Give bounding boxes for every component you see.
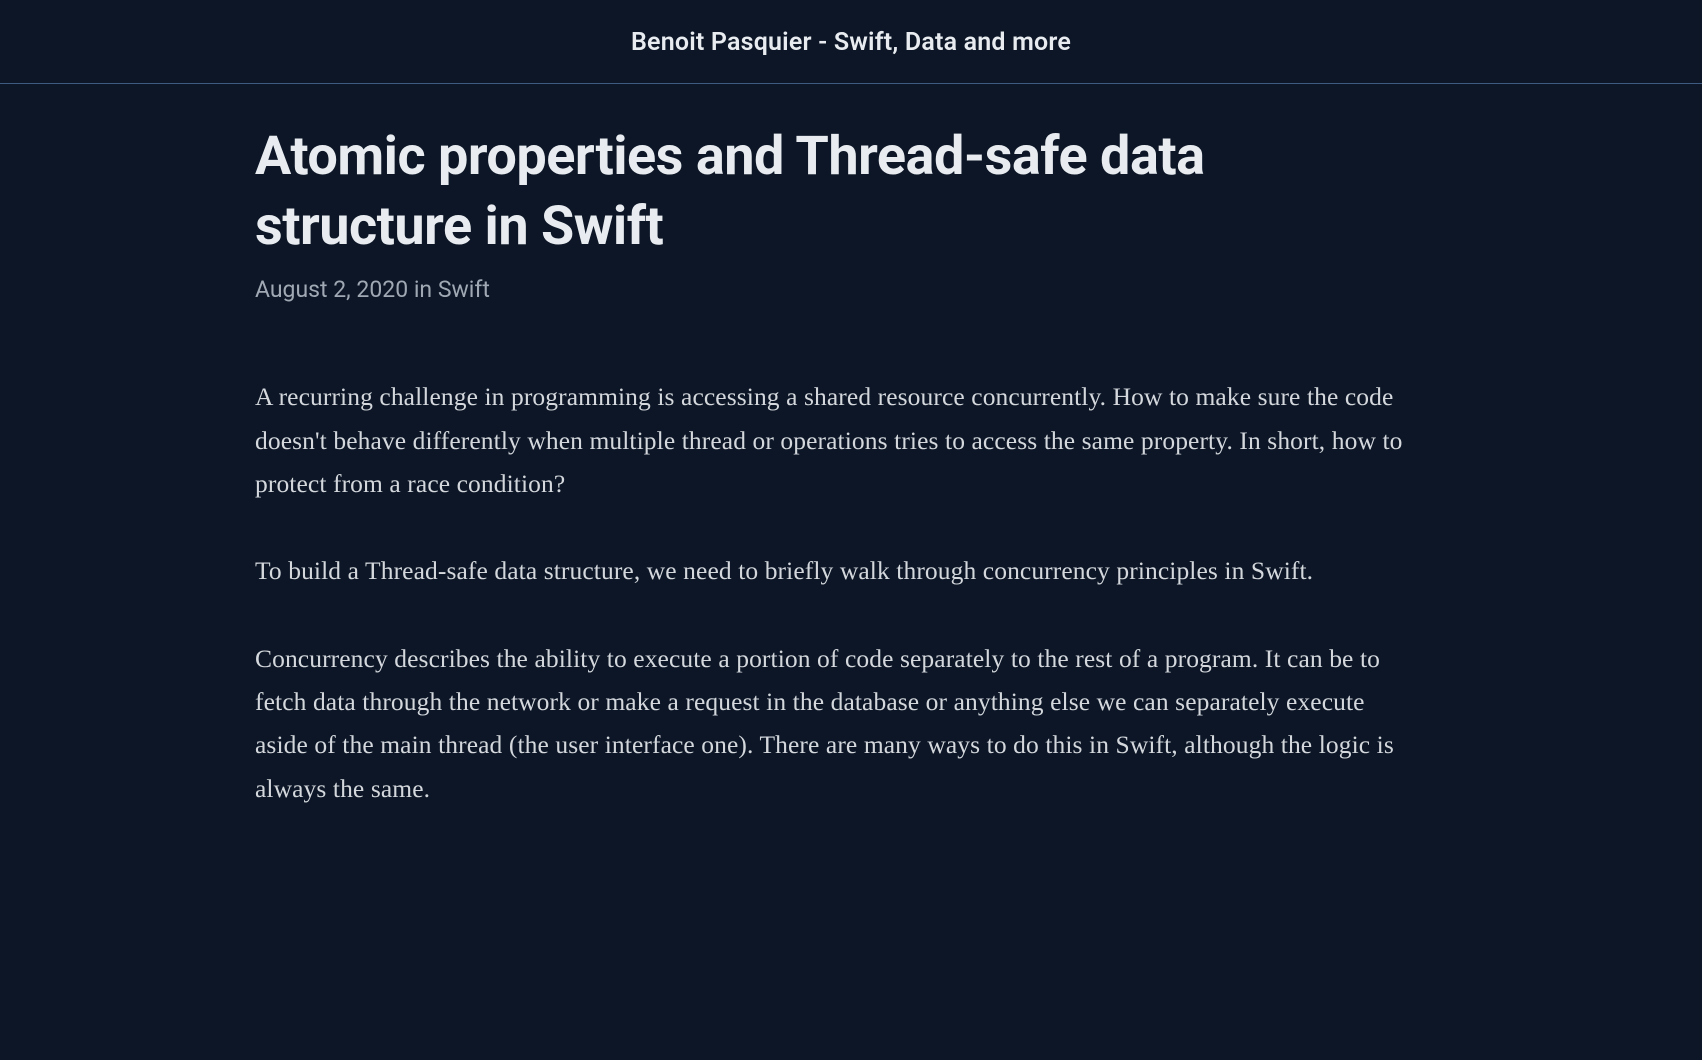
article-meta: August 2, 2020 in Swift [255, 276, 1411, 303]
meta-separator: in [408, 276, 438, 303]
article-title: Atomic properties and Thread-safe data s… [255, 122, 1411, 262]
site-title[interactable]: Benoit Pasquier - Swift, Data and more [0, 28, 1702, 57]
paragraph: A recurring challenge in programming is … [255, 375, 1411, 505]
paragraph: Concurrency describes the ability to exe… [255, 637, 1411, 810]
category-link[interactable]: Swift [438, 276, 490, 303]
site-header: Benoit Pasquier - Swift, Data and more [0, 0, 1702, 84]
article-content: Atomic properties and Thread-safe data s… [231, 84, 1471, 810]
paragraph: To build a Thread-safe data structure, w… [255, 549, 1411, 592]
article-body: A recurring challenge in programming is … [255, 375, 1411, 810]
article-date: August 2, 2020 [255, 276, 408, 303]
